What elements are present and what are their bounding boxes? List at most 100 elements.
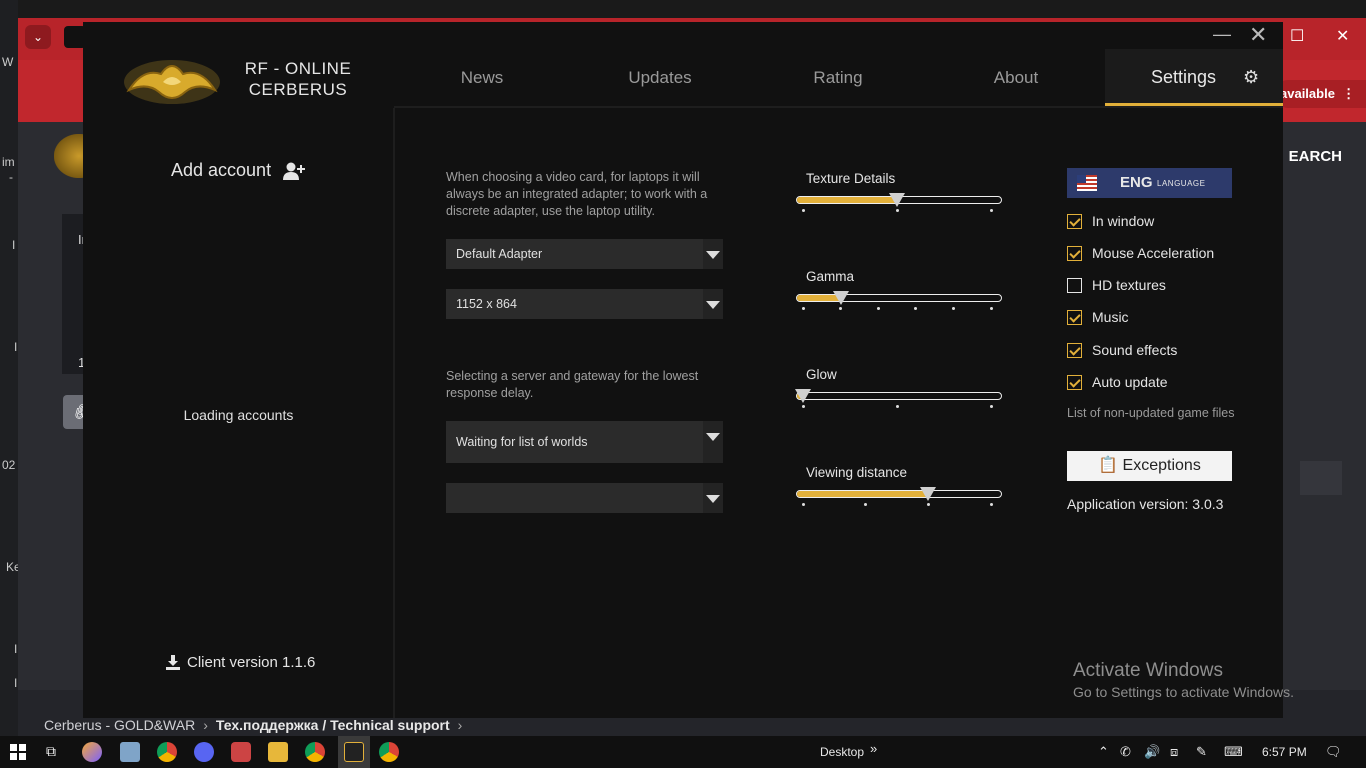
background-desktop-strip: W im - I I 02 Ke I I <box>0 0 21 736</box>
client-version-label: Client version 1.1.6 <box>187 654 316 671</box>
client-version[interactable]: Client version 1.1.6 <box>165 654 315 671</box>
option-auto-update[interactable]: Auto update <box>1067 374 1168 390</box>
world-select[interactable]: Waiting for list of worlds <box>446 421 723 463</box>
adapter-select[interactable]: Default Adapter <box>446 239 723 269</box>
option-label: Auto update <box>1092 374 1168 390</box>
slider-thumb[interactable] <box>795 389 811 403</box>
checkbox[interactable] <box>1067 277 1082 293</box>
glow-slider[interactable] <box>795 389 1002 408</box>
tab-about[interactable]: About <box>927 50 1105 106</box>
bg-text: I <box>12 238 16 252</box>
server-description: Selecting a server and gateway for the l… <box>446 369 699 400</box>
chevron-double-right-icon[interactable]: » <box>870 741 877 756</box>
meet-now-icon[interactable]: ⧈ <box>1170 744 1178 760</box>
file-explorer-icon[interactable] <box>268 742 288 762</box>
launcher-app-icon[interactable] <box>344 742 364 762</box>
gamma-slider[interactable] <box>796 291 1002 310</box>
resolution-value: 1152 x 864 <box>456 297 517 311</box>
tab-updates[interactable]: Updates <box>571 50 749 106</box>
logo-line: RF - ONLINE <box>244 59 352 78</box>
game-app-icon[interactable] <box>231 742 251 762</box>
app-version: Application version: 3.0.3 <box>1067 496 1224 512</box>
chevron-up-icon[interactable]: ⌃ <box>1098 744 1109 760</box>
resolution-select[interactable]: 1152 x 864 <box>446 289 723 319</box>
bg-text: 02 <box>2 458 16 472</box>
exceptions-button[interactable]: 📋 Exceptions <box>1067 451 1232 481</box>
launcher-window: — ✕ RF - ONLINE CERBERUS News Updates Ra… <box>83 22 1283 718</box>
activate-windows-watermark: Activate Windows Go to Settings to activ… <box>1073 660 1294 700</box>
slider-tick <box>926 503 930 506</box>
slider-tick <box>895 209 899 212</box>
option-mouse-acceleration[interactable]: Mouse Acceleration <box>1067 245 1214 261</box>
viewing-distance-label: Viewing distance <box>806 465 908 480</box>
language-code: ENG <box>1120 174 1153 191</box>
checkbox[interactable] <box>1067 213 1082 229</box>
discord-icon[interactable] <box>194 742 214 762</box>
task-view-icon[interactable]: ⧉ <box>46 743 56 760</box>
remote-desktop-icon[interactable] <box>120 742 140 762</box>
maximize-icon[interactable]: ☐ <box>1290 26 1304 46</box>
notifications-icon[interactable]: 🗨 <box>1325 744 1342 760</box>
tab-search-dropdown-icon[interactable]: ⌄ <box>25 25 51 49</box>
tab-settings-label: Settings <box>1151 67 1217 87</box>
keyboard-icon[interactable]: ⌨ <box>1224 744 1243 760</box>
loading-accounts-text: Loading accounts <box>183 407 294 423</box>
tab-news[interactable]: News <box>393 50 571 106</box>
add-account-button[interactable]: Add account <box>171 160 306 181</box>
viewing-distance-slider[interactable] <box>796 487 1002 506</box>
close-icon[interactable]: ✕ <box>1249 22 1267 48</box>
tab-settings[interactable]: Settings ⚙ <box>1105 49 1283 106</box>
slider-thumb[interactable] <box>920 487 937 501</box>
glow-label: Glow <box>806 367 837 382</box>
slider-tick <box>989 307 993 310</box>
office-app-icon[interactable] <box>82 742 102 762</box>
option-label: In window <box>1092 213 1155 229</box>
option-label: HD textures <box>1092 277 1166 293</box>
divider <box>394 106 1283 108</box>
option-sound-effects[interactable]: Sound effects <box>1067 342 1177 358</box>
checkbox[interactable] <box>1067 374 1082 390</box>
breadcrumb-item[interactable]: Cerberus - GOLD&WAR <box>44 717 195 733</box>
desktop-toolbar-label[interactable]: Desktop <box>820 745 864 759</box>
adapter-value: Default Adapter <box>456 247 543 261</box>
slider-tick <box>801 209 805 212</box>
option-hd-textures[interactable]: HD textures <box>1067 277 1166 293</box>
close-icon[interactable]: ✕ <box>1336 26 1349 46</box>
minimize-icon[interactable]: — <box>1213 24 1231 45</box>
checkbox[interactable] <box>1067 342 1082 358</box>
language-button[interactable]: ENG LANGUAGE <box>1067 168 1232 198</box>
checkbox[interactable] <box>1067 309 1082 325</box>
slider-tick <box>801 405 805 408</box>
option-in-window[interactable]: In window <box>1067 213 1154 229</box>
network-icon[interactable]: ✆ <box>1120 744 1131 760</box>
chrome-icon[interactable] <box>379 742 399 762</box>
gateway-select[interactable] <box>446 483 723 513</box>
texture-details-label: Texture Details <box>806 171 896 186</box>
slider-tick <box>989 503 993 506</box>
pen-icon[interactable]: ✎ <box>1196 744 1207 760</box>
tab-rating[interactable]: Rating <box>749 50 927 106</box>
chevron-right-icon: › <box>203 717 208 733</box>
chevron-down-icon <box>703 483 723 513</box>
chrome-icon[interactable] <box>305 742 325 762</box>
texture-details-slider[interactable] <box>796 193 1002 212</box>
slider-tick <box>801 503 805 506</box>
chevron-right-icon: › <box>457 717 463 733</box>
search-label[interactable]: EARCH <box>1289 148 1342 165</box>
slider-thumb[interactable] <box>832 291 849 305</box>
update-available-button[interactable]: available ⋮ <box>1274 80 1366 108</box>
checkbox[interactable] <box>1067 245 1082 261</box>
volume-icon[interactable]: 🔊 <box>1144 744 1160 760</box>
breadcrumb-item[interactable]: Тех.поддержка / Technical support <box>216 717 450 733</box>
clock[interactable]: 6:57 PM <box>1262 745 1307 759</box>
chrome-icon[interactable] <box>157 742 177 762</box>
bg-text: W <box>2 55 14 69</box>
page-field[interactable] <box>1300 461 1342 495</box>
watermark-title: Activate Windows <box>1073 660 1223 681</box>
windows-start-icon[interactable] <box>10 744 26 760</box>
slider-thumb[interactable] <box>889 193 905 207</box>
user-plus-icon <box>283 162 306 180</box>
option-music[interactable]: Music <box>1067 309 1129 325</box>
slider-tick <box>989 209 993 212</box>
slider-tick <box>914 307 918 310</box>
